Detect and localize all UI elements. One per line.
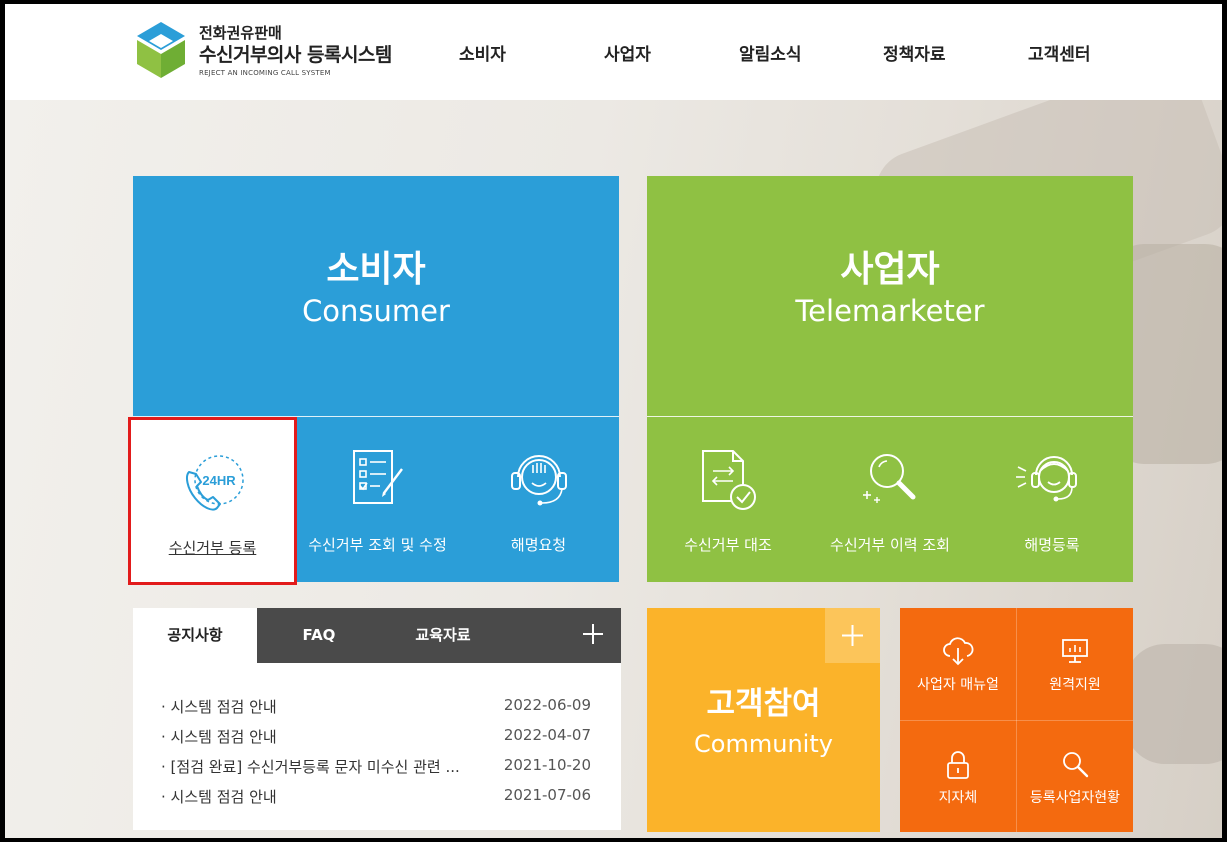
nav-policy[interactable]: 정책자료 <box>883 40 946 65</box>
checklist-icon <box>352 450 403 504</box>
business-title[interactable]: 사업자 <box>647 240 1133 292</box>
quick-label: 원격지원 <box>1049 677 1101 693</box>
background-decoration <box>1125 644 1222 764</box>
notice-item[interactable]: · [점검 완료] 수신거부등록 문자 미수신 관련 ... 2021-10-2… <box>161 756 591 780</box>
consumer-subtitle: Consumer <box>302 294 450 328</box>
headset-agent-icon <box>510 455 567 506</box>
notice-date: 2021-07-06 <box>503 786 591 804</box>
notice-item[interactable]: · 시스템 점검 안내 2021-07-06 <box>161 786 591 810</box>
community-panel[interactable]: 고객참여 Community <box>647 608 880 832</box>
logo-title: 수신거부의사 등록시스템 <box>199 44 392 66</box>
notice-title: · 시스템 점검 안내 <box>161 698 277 716</box>
tab-education[interactable]: 교육자료 <box>381 608 505 663</box>
menu-inquiry-edit[interactable]: 수신거부 조회 및 수정 <box>297 417 458 582</box>
menu-refusal-compare[interactable]: 수신거부 대조 <box>647 417 809 582</box>
quick-label: 지자체 <box>938 790 978 806</box>
quick-local-government[interactable]: 지자체 <box>900 721 1016 832</box>
lock-icon <box>947 751 969 779</box>
quick-remote-support[interactable]: 원격지원 <box>1017 608 1133 720</box>
nav-support[interactable]: 고객센터 <box>1028 40 1091 65</box>
cloud-download-icon <box>943 637 974 666</box>
svg-text:24HR: 24HR <box>202 473 236 488</box>
tab-faq[interactable]: FAQ <box>257 608 381 663</box>
site-logo[interactable]: 전화권유판매 수신거부의사 등록시스템 REJECT AN INCOMING C… <box>135 18 415 80</box>
phone-24hr-icon: 24HR <box>185 455 244 511</box>
page: 전화권유판매 수신거부의사 등록시스템 REJECT AN INCOMING C… <box>5 4 1222 838</box>
magnifier-icon <box>863 454 916 503</box>
menu-label: 수신거부 조회 및 수정 <box>308 536 447 554</box>
quick-links: 사업자 매뉴얼 원격지원 지자체 등록사업자현황 <box>900 608 1133 832</box>
tab-notice[interactable]: 공지사항 <box>133 608 257 663</box>
menu-label: 수신거부 대조 <box>684 536 772 554</box>
more-plus-icon[interactable] <box>579 620 607 648</box>
menu-clarification-register[interactable]: 해명등록 <box>971 417 1133 582</box>
logo-icon <box>137 22 185 78</box>
community-subtitle: Community <box>694 730 833 758</box>
nav-business[interactable]: 사업자 <box>604 40 651 65</box>
notice-date: 2021-10-20 <box>503 756 591 774</box>
notice-date: 2022-04-07 <box>503 726 591 744</box>
nav-news[interactable]: 알림소식 <box>739 40 802 65</box>
search-icon <box>1063 752 1089 778</box>
menu-refusal-register[interactable]: 24HR 수신거부 등록 <box>128 417 297 585</box>
board-tabs: 공지사항 FAQ 교육자료 <box>133 608 621 663</box>
menu-label: 수신거부 등록 <box>168 539 257 557</box>
logo-english: REJECT AN INCOMING CALL SYSTEM <box>199 69 331 77</box>
menu-label: 해명등록 <box>1024 536 1080 554</box>
notice-date: 2022-06-09 <box>503 696 591 714</box>
notice-title: · 시스템 점검 안내 <box>161 788 277 806</box>
menu-label: 해명요청 <box>510 536 567 554</box>
menu-label: 수신거부 이력 조회 <box>830 536 950 554</box>
notice-item[interactable]: · 시스템 점검 안내 2022-04-07 <box>161 726 591 750</box>
document-compare-icon <box>702 450 756 510</box>
notice-title: · [점검 완료] 수신거부등록 문자 미수신 관련 ... <box>161 758 460 776</box>
consumer-title[interactable]: 소비자 <box>133 240 619 292</box>
business-panel: 사업자 Telemarketer 수신거부 대조 수신거부 이력 조회 해명등록 <box>647 176 1133 582</box>
menu-refusal-history[interactable]: 수신거부 이력 조회 <box>809 417 971 582</box>
plus-icon <box>842 625 863 646</box>
headset-agent-icon <box>1016 456 1077 502</box>
monitor-icon <box>1062 639 1088 663</box>
community-title: 고객참여 <box>706 686 821 722</box>
quick-business-manual[interactable]: 사업자 매뉴얼 <box>900 608 1016 720</box>
notice-board: 공지사항 FAQ 교육자료 · 시스템 점검 안내 2022-06-09 · 시… <box>133 608 621 830</box>
quick-registered-business[interactable]: 등록사업자현황 <box>1017 721 1133 832</box>
notice-title: · 시스템 점검 안내 <box>161 728 277 746</box>
menu-clarification-request[interactable]: 해명요청 <box>458 417 619 582</box>
community-more-button[interactable] <box>825 608 880 663</box>
quick-label: 등록사업자현황 <box>1029 790 1121 806</box>
nav-consumer[interactable]: 소비자 <box>459 40 506 65</box>
quick-label: 사업자 매뉴얼 <box>917 677 999 693</box>
notice-item[interactable]: · 시스템 점검 안내 2022-06-09 <box>161 696 591 720</box>
site-header: 전화권유판매 수신거부의사 등록시스템 REJECT AN INCOMING C… <box>5 4 1222 100</box>
business-subtitle: Telemarketer <box>795 294 985 328</box>
